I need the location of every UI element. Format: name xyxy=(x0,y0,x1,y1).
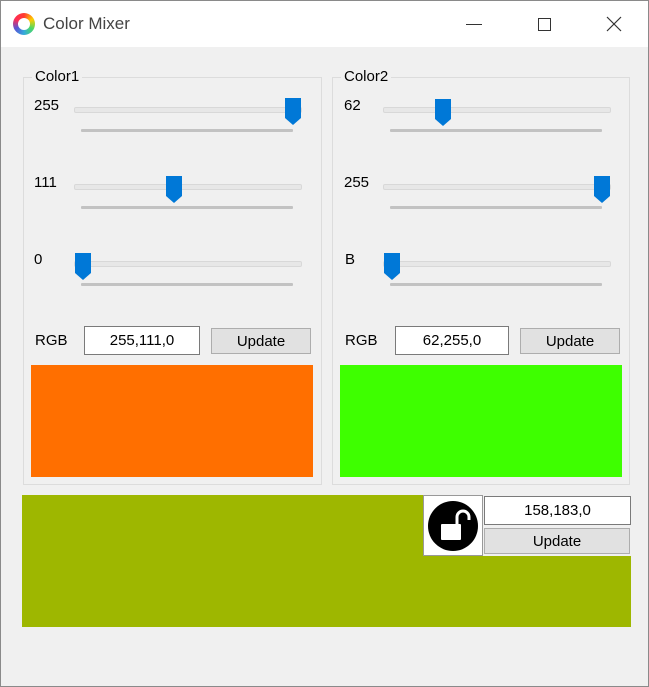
color1-blue-slider-thumb[interactable] xyxy=(74,252,92,281)
color1-swatch xyxy=(31,365,313,477)
color2-green-slider-thumb[interactable] xyxy=(593,175,611,204)
color2-red-slider-track[interactable] xyxy=(383,107,611,113)
color1-red-slider-ticks xyxy=(81,129,293,132)
minimize-icon xyxy=(466,23,482,25)
color-wheel-icon xyxy=(13,13,35,35)
color2-red-value: 62 xyxy=(344,97,361,114)
color2-rgb-input[interactable] xyxy=(395,326,509,355)
close-icon xyxy=(606,16,622,32)
color-mixer-window: Color Mixer Color1 255 111 0 RGB Update … xyxy=(0,0,649,687)
minimize-button[interactable] xyxy=(451,1,497,47)
color1-blue-value: 0 xyxy=(34,251,43,268)
color2-green-value: 255 xyxy=(344,174,370,191)
color2-green-slider-ticks xyxy=(390,206,602,209)
maximize-button[interactable] xyxy=(521,1,567,47)
padlock-glyph xyxy=(441,509,471,540)
color2-blue-value: B xyxy=(345,251,356,268)
lock-toggle-button[interactable] xyxy=(423,495,483,556)
color1-green-slider-thumb[interactable] xyxy=(165,175,183,204)
mixed-rgb-input[interactable] xyxy=(484,496,631,525)
color2-swatch xyxy=(340,365,622,477)
color2-update-button[interactable]: Update xyxy=(520,328,620,354)
color2-blue-slider-ticks xyxy=(390,283,602,286)
window-title: Color Mixer xyxy=(43,14,130,33)
unlocked-padlock-icon xyxy=(428,501,478,551)
color1-blue-slider-track[interactable] xyxy=(74,261,302,267)
color1-red-value: 255 xyxy=(34,97,60,114)
color2-green-slider-track[interactable] xyxy=(383,184,611,190)
color1-red-slider-track[interactable] xyxy=(74,107,302,113)
color1-update-button[interactable]: Update xyxy=(211,328,311,354)
color2-red-slider-ticks xyxy=(390,129,602,132)
color2-blue-slider-thumb[interactable] xyxy=(383,252,401,281)
color1-group-title: Color1 xyxy=(32,68,83,85)
color1-rgb-label: RGB xyxy=(35,332,68,349)
title-bar: Color Mixer xyxy=(1,1,648,47)
color1-green-slider-track[interactable] xyxy=(74,184,302,190)
color2-blue-slider-track[interactable] xyxy=(383,261,611,267)
color1-blue-slider-ticks xyxy=(81,283,293,286)
mixed-update-button[interactable]: Update xyxy=(484,528,630,554)
color2-red-slider-thumb[interactable] xyxy=(434,98,452,127)
close-button[interactable] xyxy=(591,1,637,47)
color1-rgb-input[interactable] xyxy=(84,326,200,355)
color1-red-slider-thumb[interactable] xyxy=(284,97,302,126)
color1-green-value: 111 xyxy=(34,174,57,191)
color1-green-slider-ticks xyxy=(81,206,293,209)
maximize-icon xyxy=(537,17,551,31)
color2-rgb-label: RGB xyxy=(345,332,378,349)
color2-group-title: Color2 xyxy=(341,68,392,85)
